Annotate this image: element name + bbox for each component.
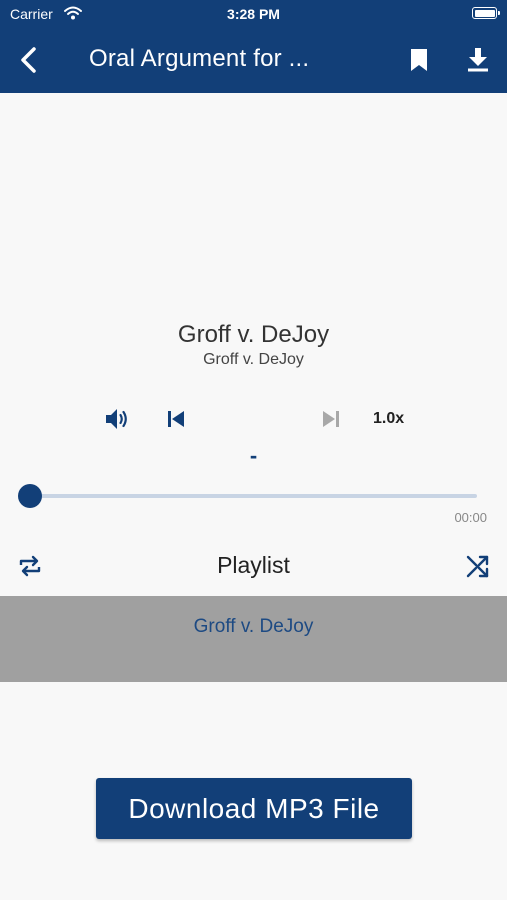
elapsed-time: 00:00 (454, 510, 487, 525)
nav-bar: Oral Argument for ... (0, 28, 507, 93)
track-subtitle: Groff v. DeJoy (203, 351, 304, 368)
download-mp3-button[interactable]: Download MP3 File (96, 778, 412, 839)
app-header: Carrier 3:28 PM Oral Argument for ... (0, 0, 507, 93)
track-title: Groff v. DeJoy (177, 321, 330, 348)
progress-slider-thumb[interactable] (18, 484, 42, 508)
page-title: Oral Argument for ... (89, 45, 310, 72)
playback-position: - (249, 443, 258, 468)
battery-icon (472, 7, 500, 19)
download-icon[interactable] (466, 47, 490, 73)
playlist-item-title: Groff v. DeJoy (193, 616, 314, 637)
playlist-item[interactable]: Groff v. DeJoy (0, 596, 507, 682)
volume-icon[interactable] (104, 406, 130, 432)
bookmark-icon[interactable] (409, 48, 429, 72)
skip-previous-icon[interactable] (165, 408, 187, 430)
back-chevron-icon[interactable] (16, 46, 42, 74)
playback-speed-button[interactable]: 1.0x (373, 410, 404, 428)
progress-slider-track[interactable] (30, 494, 477, 498)
shuffle-icon[interactable] (465, 553, 491, 579)
status-time: 3:28 PM (227, 6, 280, 22)
status-bar: Carrier 3:28 PM (0, 0, 507, 28)
skip-next-icon[interactable] (320, 408, 342, 430)
playlist-heading: Playlist (217, 552, 290, 578)
